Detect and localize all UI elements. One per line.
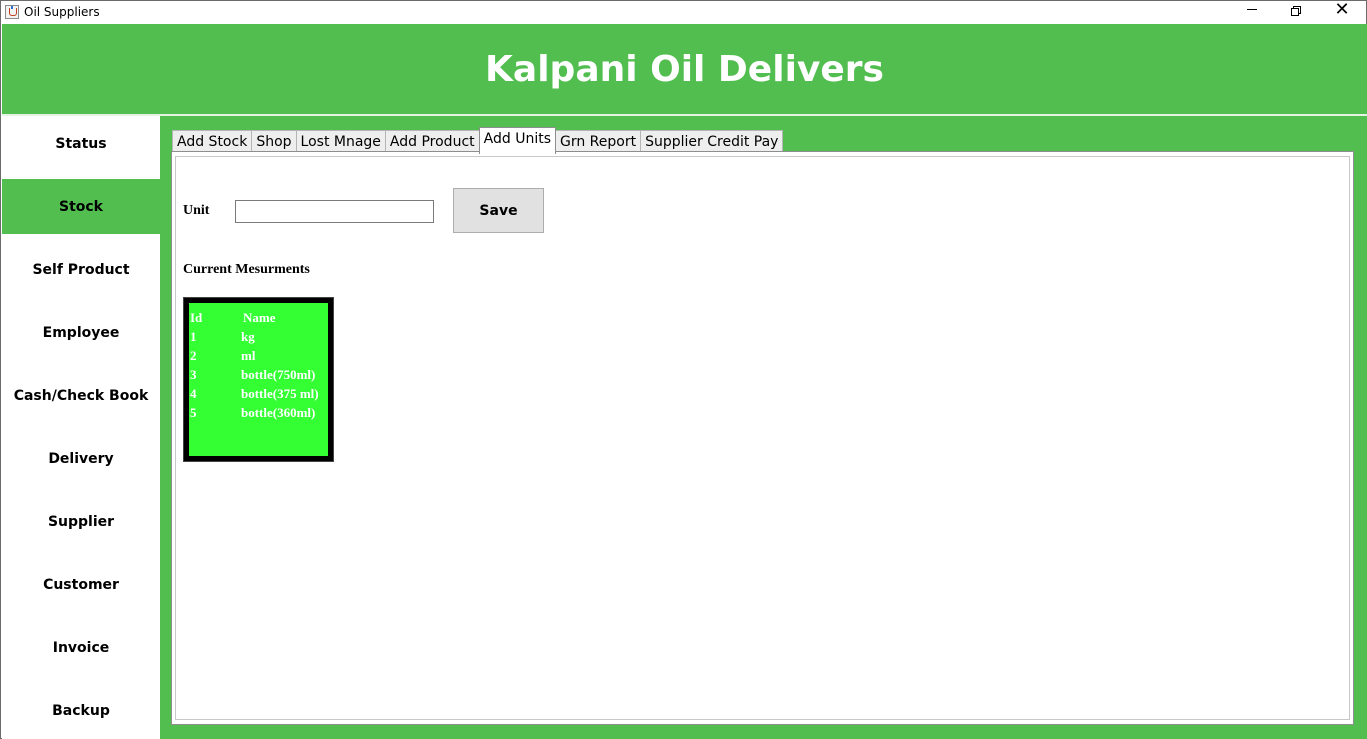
panel-frame xyxy=(175,156,1350,720)
unit-id: 2 xyxy=(190,348,197,363)
minimize-icon xyxy=(1247,9,1257,10)
current-measurements-label: Current Mesurments xyxy=(183,262,310,277)
save-button[interactable]: Save xyxy=(453,188,544,233)
page-title: Kalpani Oil Delivers xyxy=(485,49,884,90)
table-row: 5 bottle(360ml) xyxy=(189,405,329,424)
table-row: 3 bottle(750ml) xyxy=(189,367,329,386)
table-row: 2 ml xyxy=(189,348,329,367)
sidebar-item-cash-check-book[interactable]: Cash/Check Book xyxy=(2,368,160,423)
unit-label: Unit xyxy=(183,203,210,218)
unit-name: kg xyxy=(241,329,255,344)
sidebar-item-invoice[interactable]: Invoice xyxy=(2,620,160,675)
sidebar-item-delivery[interactable]: Delivery xyxy=(2,431,160,486)
sidebar-item-backup[interactable]: Backup xyxy=(2,683,160,738)
unit-id: 5 xyxy=(190,405,197,420)
sidebar-item-stock[interactable]: Stock xyxy=(2,179,160,234)
sidebar-item-customer[interactable]: Customer xyxy=(2,557,160,612)
tab-panel xyxy=(171,151,1354,725)
unit-id: 3 xyxy=(190,367,197,382)
tab-add-units[interactable]: Add Units xyxy=(478,127,556,154)
unit-name: ml xyxy=(241,348,256,363)
minimize-button[interactable] xyxy=(1229,1,1275,24)
unit-name: bottle(375 ml) xyxy=(241,386,319,401)
title-bar: Oil Suppliers ✕ xyxy=(1,0,1366,24)
table-header-row: Id Name xyxy=(189,310,329,329)
restore-button[interactable] xyxy=(1273,1,1319,24)
sidebar-item-status[interactable]: Status xyxy=(2,116,160,171)
close-button[interactable]: ✕ xyxy=(1319,0,1365,24)
column-header-name: Name xyxy=(243,310,276,325)
close-icon: ✕ xyxy=(1334,0,1350,20)
sidebar-item-employee[interactable]: Employee xyxy=(2,305,160,360)
table-row: 4 bottle(375 ml) xyxy=(189,386,329,405)
unit-input[interactable] xyxy=(235,200,434,223)
restore-icon xyxy=(1291,5,1301,16)
window-title: Oil Suppliers xyxy=(24,5,100,19)
units-table: Id Name 1 kg 2 ml 3 bottle(750ml) 4 bott… xyxy=(183,297,334,462)
table-row: 1 kg xyxy=(189,329,329,348)
tab-bar: Add Stock Shop Lost Mnage Add Product Ad… xyxy=(172,127,784,154)
java-cup-icon xyxy=(5,5,19,19)
header-banner: Kalpani Oil Delivers xyxy=(2,24,1367,114)
units-table-body: Id Name 1 kg 2 ml 3 bottle(750ml) 4 bott… xyxy=(189,303,328,456)
sidebar: Status Stock Self Product Employee Cash/… xyxy=(2,116,160,739)
unit-id: 4 xyxy=(190,386,197,401)
sidebar-item-self-product[interactable]: Self Product xyxy=(2,242,160,297)
unit-id: 1 xyxy=(190,329,197,344)
unit-name: bottle(360ml) xyxy=(241,405,316,420)
sidebar-item-supplier[interactable]: Supplier xyxy=(2,494,160,549)
unit-name: bottle(750ml) xyxy=(241,367,316,382)
column-header-id: Id xyxy=(190,310,203,325)
